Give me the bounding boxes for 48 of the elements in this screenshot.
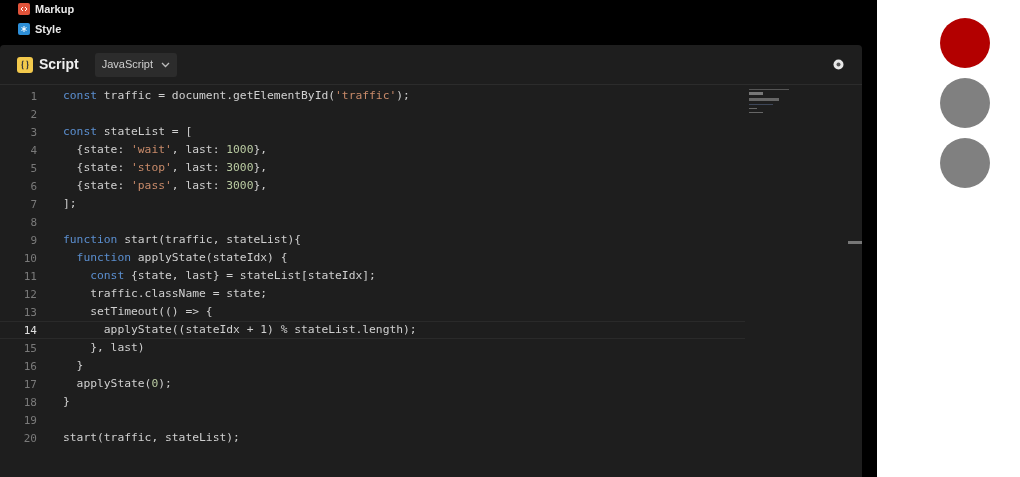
line-number: 14 bbox=[22, 324, 37, 336]
line-number: 20 bbox=[22, 432, 37, 444]
code-line: setTimeout(() => { bbox=[89, 306, 213, 318]
line-number: 7 bbox=[29, 198, 37, 210]
code-line: applyState((stateIdx + 1) % stateList.length); bbox=[102, 324, 417, 336]
line-number: 16 bbox=[22, 360, 37, 372]
line-number: 8 bbox=[29, 216, 37, 228]
line-number: 9 bbox=[29, 234, 37, 246]
line-number: 19 bbox=[22, 414, 37, 426]
panel-title: Script bbox=[39, 55, 79, 74]
line-number: 18 bbox=[22, 396, 37, 408]
file-label[interactable]: Markup bbox=[35, 3, 75, 15]
line-number: 13 bbox=[22, 306, 37, 318]
line-number: 12 bbox=[22, 288, 37, 300]
code-line: } bbox=[75, 360, 84, 372]
scrollbar-thumb[interactable] bbox=[848, 241, 862, 244]
line-number: 17 bbox=[22, 378, 37, 390]
asterisk-icon bbox=[18, 23, 30, 35]
code-line: {state: 'wait', last: 1000}, bbox=[75, 144, 268, 156]
code-line: function start(traffic, stateList){ bbox=[63, 234, 302, 246]
code-line: const stateList = [ bbox=[63, 126, 193, 138]
code-line: start(traffic, stateList); bbox=[63, 432, 240, 444]
code-line: applyState(0); bbox=[75, 378, 172, 390]
code-line: const traffic = document.getElementById('traffic'); bbox=[63, 90, 410, 102]
code-line: } bbox=[63, 396, 70, 408]
code-line: traffic.className = state; bbox=[89, 288, 268, 300]
code-line: {state: 'pass', last: 3000}, bbox=[75, 180, 268, 192]
code-tag-icon bbox=[18, 3, 30, 15]
code-line: {state: 'stop', last: 3000}, bbox=[75, 162, 268, 174]
line-number: 6 bbox=[29, 180, 37, 192]
chevron-down-icon bbox=[161, 61, 171, 68]
line-number: 1 bbox=[29, 90, 37, 102]
code-line: const {state, last} = stateList[stateIdx]; bbox=[89, 270, 376, 282]
settings-icon[interactable] bbox=[832, 58, 845, 71]
code-line: }, last) bbox=[89, 342, 145, 354]
line-number: 2 bbox=[29, 108, 37, 120]
line-number: 11 bbox=[22, 270, 37, 282]
code-line: function applyState(stateIdx) { bbox=[75, 252, 288, 264]
file-label[interactable]: Style bbox=[35, 23, 62, 35]
language-select[interactable]: JavaScript bbox=[94, 52, 178, 77]
code-line: ]; bbox=[63, 198, 77, 210]
minimap-drawing bbox=[749, 89, 789, 113]
line-number: 4 bbox=[29, 144, 37, 156]
line-number: 5 bbox=[29, 162, 37, 174]
line-number: 10 bbox=[22, 252, 37, 264]
braces-icon bbox=[17, 56, 33, 73]
line-number: 15 bbox=[22, 342, 37, 354]
line-number: 3 bbox=[29, 126, 37, 138]
